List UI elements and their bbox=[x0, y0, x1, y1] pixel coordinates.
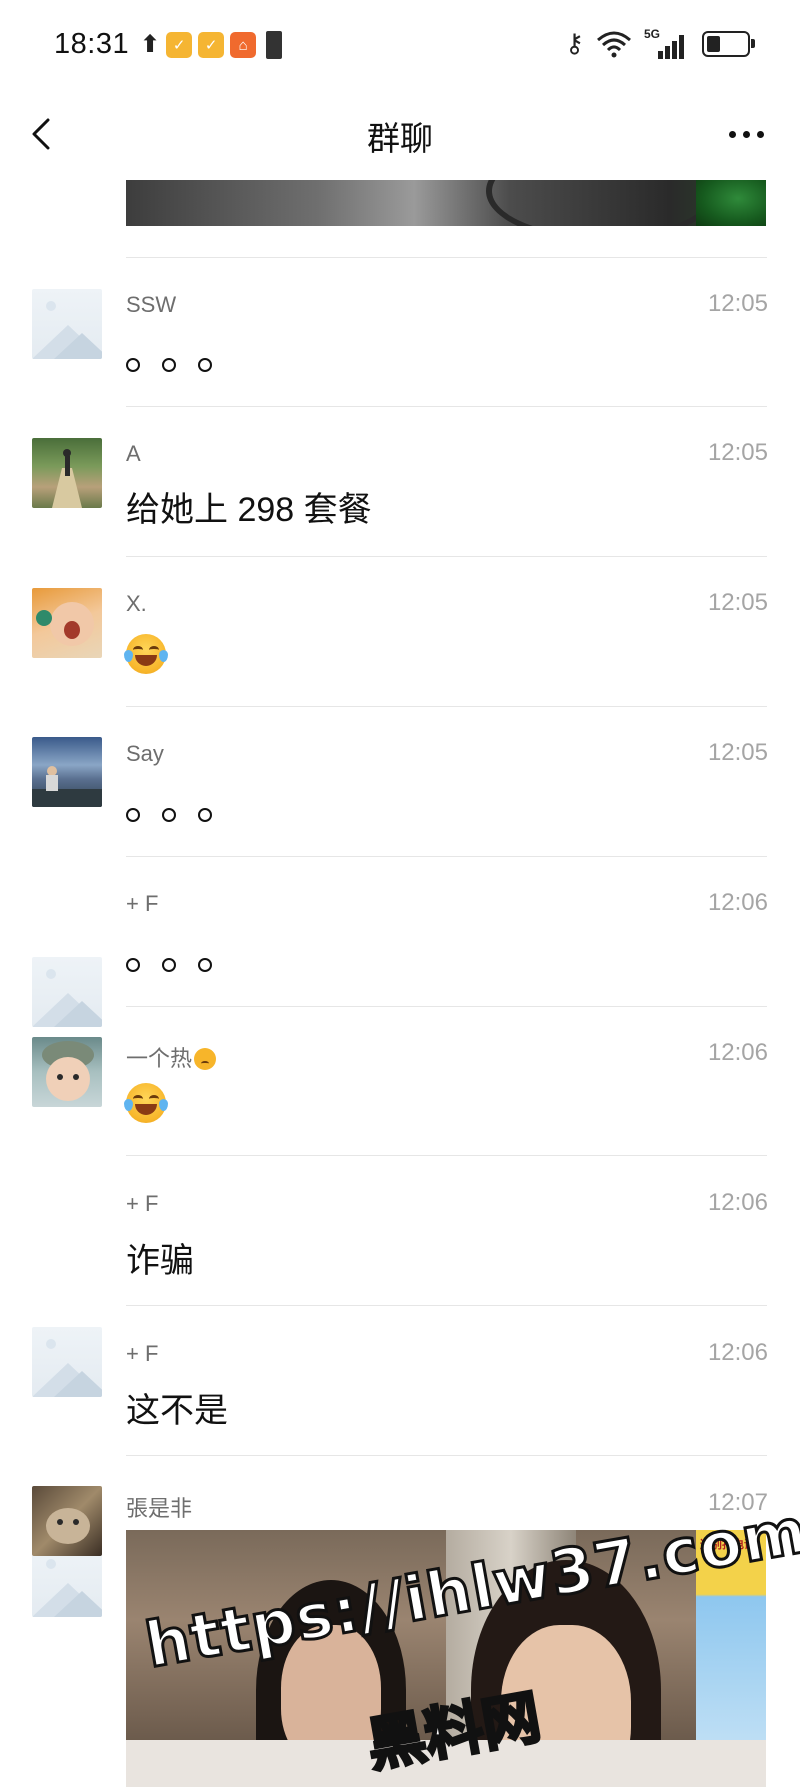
divider bbox=[126, 1155, 767, 1156]
message-time: 12:06 bbox=[707, 1039, 768, 1066]
sender-name: Say bbox=[126, 741, 164, 766]
photo-message[interactable]: 送别打电话 bbox=[126, 1530, 766, 1787]
divider bbox=[126, 406, 767, 407]
avatar[interactable] bbox=[32, 1327, 102, 1397]
avatar[interactable] bbox=[32, 957, 102, 1027]
sender-name: X. bbox=[126, 591, 147, 616]
message-time: 12:06 bbox=[707, 889, 768, 916]
message-ellipsis[interactable] bbox=[126, 808, 212, 822]
neutral-face-emoji-icon bbox=[194, 1048, 217, 1070]
message-time: 12:06 bbox=[707, 1339, 768, 1366]
divider bbox=[126, 856, 767, 857]
message-time: 12:06 bbox=[707, 1189, 768, 1216]
avatar[interactable] bbox=[32, 438, 102, 508]
laughing-tears-emoji-icon bbox=[124, 1083, 168, 1123]
avatar-image bbox=[36, 602, 94, 646]
avatar-image bbox=[52, 449, 82, 508]
message-emoji[interactable] bbox=[124, 634, 168, 674]
sender-name: + F bbox=[126, 1191, 159, 1216]
divider bbox=[126, 257, 767, 258]
message-list: SSW 12:05 A 12:05 给她上 298 套餐 X. 12:05 Sa… bbox=[0, 0, 800, 1617]
message-ellipsis[interactable] bbox=[126, 358, 212, 372]
message-emoji[interactable] bbox=[124, 1083, 168, 1123]
divider bbox=[126, 1455, 767, 1456]
message-time: 12:07 bbox=[707, 1489, 768, 1516]
sender-name: A bbox=[126, 441, 141, 466]
message-ellipsis[interactable] bbox=[126, 958, 212, 972]
divider bbox=[126, 1305, 767, 1306]
divider bbox=[126, 556, 767, 557]
avatar[interactable] bbox=[32, 588, 102, 658]
message-time: 12:05 bbox=[707, 739, 768, 766]
divider bbox=[126, 706, 767, 707]
message-text[interactable]: 诈骗 bbox=[126, 1233, 194, 1282]
sender-name: 一个热 bbox=[126, 1041, 217, 1073]
message-text[interactable]: 给她上 298 套餐 bbox=[126, 482, 372, 531]
avatar[interactable] bbox=[32, 1037, 102, 1107]
message-time: 12:05 bbox=[707, 589, 768, 616]
avatar-image bbox=[32, 766, 102, 807]
photo-sign-text: 送别打电话 bbox=[700, 1539, 755, 1551]
avatar[interactable] bbox=[32, 737, 102, 807]
avatar[interactable] bbox=[32, 1547, 102, 1617]
avatar-image bbox=[46, 1508, 90, 1544]
avatar[interactable] bbox=[32, 289, 102, 359]
sender-name: + F bbox=[126, 1341, 159, 1366]
sender-name: 張是非 bbox=[126, 1496, 193, 1521]
laughing-tears-emoji-icon bbox=[124, 634, 168, 674]
sender-name-text: 一个热 bbox=[126, 1046, 193, 1071]
avatar[interactable] bbox=[32, 1486, 102, 1556]
message-time: 12:05 bbox=[707, 290, 768, 317]
sender-name: + F bbox=[126, 891, 159, 916]
photo-detail bbox=[126, 1740, 766, 1787]
divider bbox=[126, 1006, 767, 1007]
sender-name: SSW bbox=[126, 292, 177, 317]
message-time: 12:05 bbox=[707, 439, 768, 466]
message-text[interactable]: 这不是 bbox=[126, 1383, 228, 1432]
avatar-image bbox=[42, 1041, 94, 1101]
